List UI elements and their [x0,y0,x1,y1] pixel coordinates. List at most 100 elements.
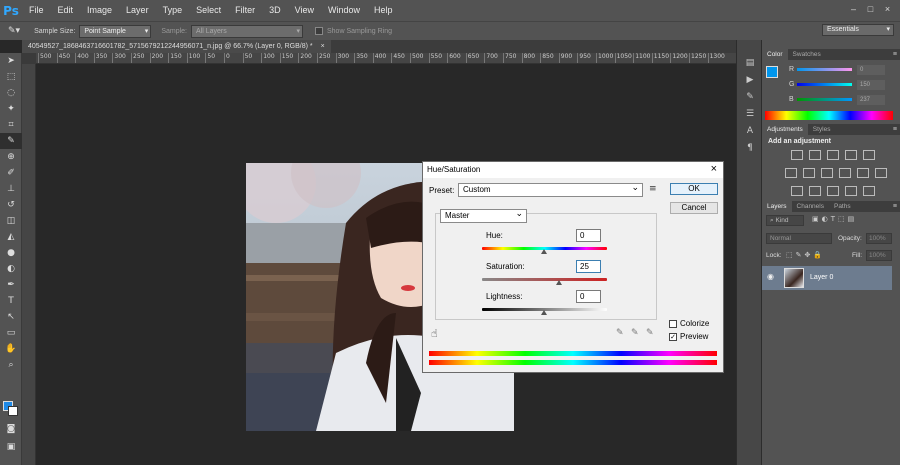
menu-file[interactable]: File [22,0,51,21]
actions-icon[interactable]: ▶ [737,71,763,88]
preset-options-icon[interactable]: ≡ [649,184,657,194]
vibrance-icon[interactable] [863,150,875,160]
color-lookup-icon[interactable] [875,168,887,178]
opacity-input[interactable]: 100% [866,233,892,244]
saturation-slider-thumb[interactable] [556,280,562,285]
threshold-icon[interactable] [827,186,839,196]
ok-button[interactable]: OK [670,183,718,195]
layers-panel-menu-icon[interactable]: ≡ [893,201,897,212]
layer-name[interactable]: Layer 0 [810,274,833,281]
maximize-button[interactable]: □ [864,3,877,15]
screen-mode-icon[interactable]: ▣ [0,439,22,455]
eyedropper-plus-icon[interactable]: ✎ [631,328,639,338]
brush-presets-icon[interactable]: ✎ [737,88,763,105]
history-brush-tool-icon[interactable]: ↺ [0,197,22,213]
adjustments-panel-menu-icon[interactable]: ≡ [893,124,897,135]
sample-select[interactable]: All Layers [191,24,303,38]
hand-tool-icon[interactable]: ✋ [0,341,22,357]
layer-filter-select[interactable]: ⌕ Kind [766,215,804,226]
eyedropper-tool-icon[interactable]: ✎ [0,133,22,149]
tab-channels[interactable]: Channels [792,201,829,212]
type-tool-icon[interactable]: T [0,293,22,309]
hue-input[interactable]: 0 [576,229,601,242]
eraser-tool-icon[interactable]: ◫ [0,213,22,229]
preview-checkbox[interactable]: ✓ [669,333,677,341]
character-icon[interactable]: A [737,122,763,139]
workspace-select[interactable]: Essentials [822,24,894,36]
lock-icons[interactable]: ⬚✎✥🔒 [786,251,825,259]
color-panel-menu-icon[interactable]: ≡ [893,49,897,60]
tab-layers[interactable]: Layers [762,201,792,212]
close-window-button[interactable]: × [881,3,894,15]
brightness-icon[interactable] [791,150,803,160]
lasso-tool-icon[interactable]: ◌ [0,85,22,101]
quick-mask-icon[interactable]: ◙ [0,421,22,437]
brush-tool-icon[interactable]: ✐ [0,165,22,181]
rectangle-tool-icon[interactable]: ▭ [0,325,22,341]
selective-color-icon[interactable] [863,186,875,196]
g-slider[interactable] [797,83,852,86]
posterize-icon[interactable] [809,186,821,196]
eyedropper-icon[interactable]: ✎ [616,328,624,338]
layer-visibility-eye-icon[interactable]: ◉ [767,272,774,281]
b-input[interactable]: 237 [857,95,885,105]
path-selection-tool-icon[interactable]: ↖ [0,309,22,325]
dialog-title-bar[interactable]: Hue/Saturation [423,162,723,178]
color-spectrum-ramp[interactable] [765,111,893,120]
crop-tool-icon[interactable]: ⌗ [0,117,22,133]
fill-input[interactable]: 100% [866,250,892,261]
tab-swatches[interactable]: Swatches [788,49,826,60]
hue-slider-thumb[interactable] [541,249,547,254]
menu-3d[interactable]: 3D [262,0,288,21]
menu-view[interactable]: View [288,0,321,21]
tab-adjustments[interactable]: Adjustments [762,124,808,135]
b-slider[interactable] [797,98,852,101]
photo-filter-icon[interactable] [839,168,851,178]
curves-icon[interactable] [827,150,839,160]
background-color-swatch[interactable] [8,406,18,416]
colorize-checkbox[interactable] [669,320,677,328]
minimize-button[interactable]: – [847,3,860,15]
menu-help[interactable]: Help [367,0,400,21]
properties-icon[interactable]: ☰ [737,105,763,122]
quick-select-tool-icon[interactable]: ✦ [0,101,22,117]
show-sampling-ring-checkbox[interactable] [315,27,323,35]
marquee-tool-icon[interactable]: ⬚ [0,69,22,85]
menu-edit[interactable]: Edit [51,0,81,21]
invert-icon[interactable] [791,186,803,196]
tab-color[interactable]: Color [762,49,788,60]
g-input[interactable]: 150 [857,80,885,90]
dodge-tool-icon[interactable]: ◐ [0,261,22,277]
paint-bucket-tool-icon[interactable]: ◭ [0,229,22,245]
r-slider[interactable] [797,68,852,71]
hue-saturation-icon[interactable] [785,168,797,178]
blend-mode-select[interactable]: Normal [766,233,832,244]
menu-layer[interactable]: Layer [119,0,156,21]
healing-brush-tool-icon[interactable]: ⊕ [0,149,22,165]
pen-tool-icon[interactable]: ✒ [0,277,22,293]
lightness-slider-thumb[interactable] [541,310,547,315]
foreground-color-chip[interactable] [766,66,778,78]
menu-image[interactable]: Image [80,0,119,21]
clone-stamp-tool-icon[interactable]: ⊥ [0,181,22,197]
document-tab-close-icon[interactable]: × [321,43,325,50]
channel-mixer-icon[interactable] [857,168,869,178]
zoom-tool-icon[interactable]: ⌕ [0,357,22,373]
eyedropper-minus-icon[interactable]: ✎ [646,328,654,338]
channel-select[interactable]: Master [440,207,527,223]
menu-filter[interactable]: Filter [228,0,262,21]
gradient-map-icon[interactable] [845,186,857,196]
cancel-button[interactable]: Cancel [670,202,718,214]
preset-select[interactable]: Custom [458,181,643,197]
document-tab[interactable]: 40549527_1868463716601782_57156792122449… [22,40,331,53]
move-tool-icon[interactable]: ➤ [0,53,22,69]
menu-select[interactable]: Select [189,0,228,21]
ruler-origin[interactable] [22,53,36,64]
r-input[interactable]: 0 [857,65,885,75]
paragraph-icon[interactable]: ¶ [737,139,763,156]
eyedropper-tool-icon[interactable]: ✎▾ [8,26,20,36]
saturation-input[interactable]: 25 [576,260,601,273]
exposure-icon[interactable] [845,150,857,160]
lightness-input[interactable]: 0 [576,290,601,303]
menu-window[interactable]: Window [321,0,367,21]
